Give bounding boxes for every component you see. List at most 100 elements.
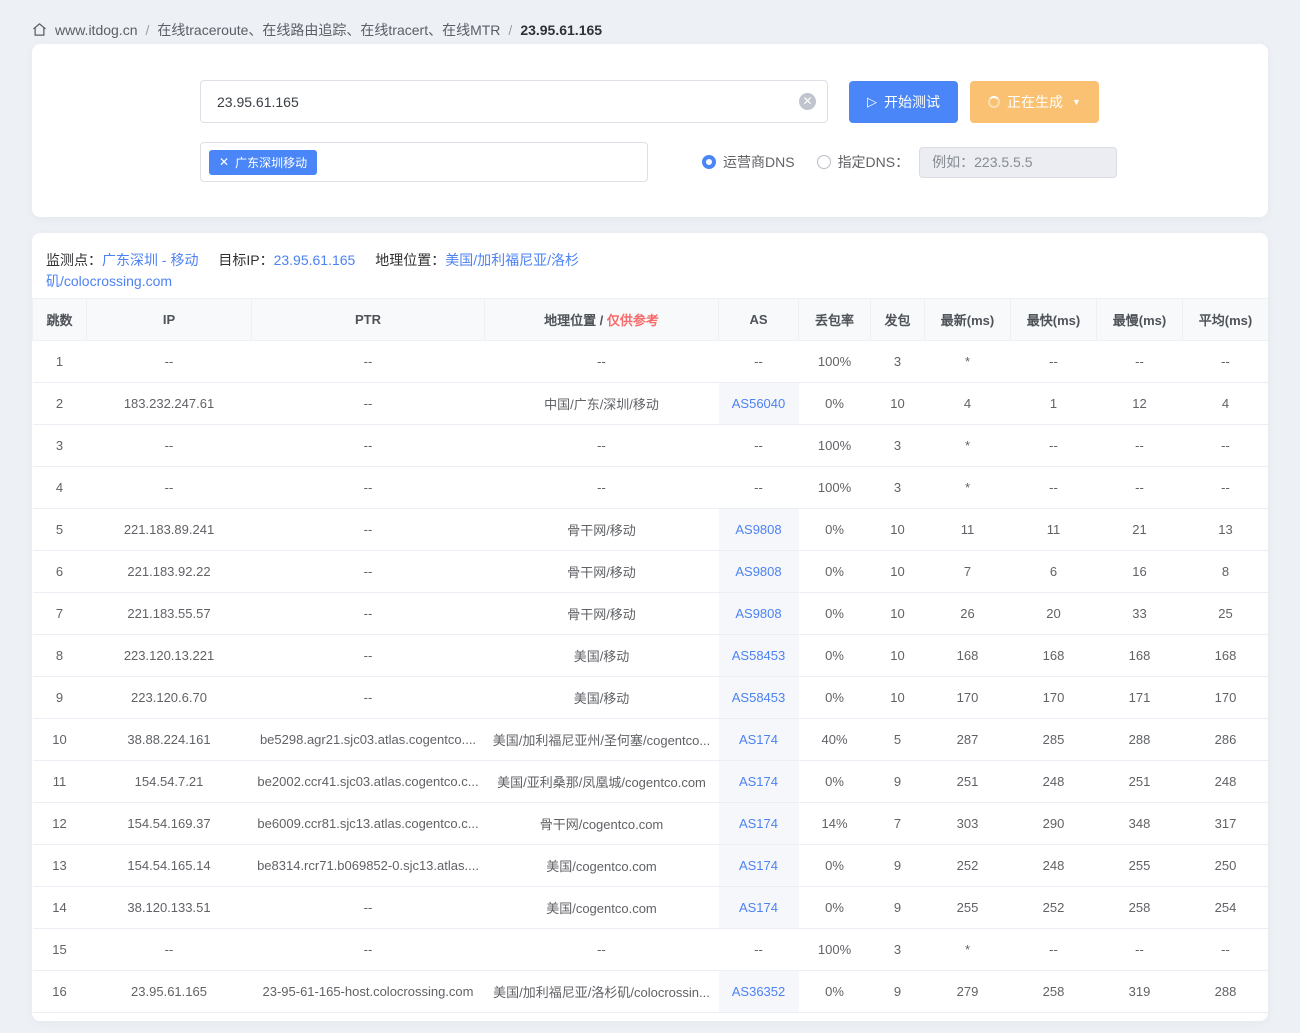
as-link[interactable]: AS174 bbox=[739, 774, 778, 789]
cell-latest: 26 bbox=[924, 592, 1011, 635]
col-geo-note: 仅供参考 bbox=[606, 313, 659, 328]
cell-fastest: 290 bbox=[1010, 802, 1097, 845]
cell-avg: 4 bbox=[1182, 382, 1268, 425]
breadcrumb-site[interactable]: www.itdog.cn bbox=[55, 22, 137, 38]
col-geo-label: 地理位置 / bbox=[544, 313, 604, 328]
cell-fastest: -- bbox=[1010, 928, 1097, 971]
as-link[interactable]: AS56040 bbox=[732, 396, 786, 411]
radio-unchecked-icon bbox=[816, 155, 831, 169]
col-avg: 平均(ms) bbox=[1182, 298, 1268, 341]
as-link[interactable]: AS9808 bbox=[735, 564, 781, 579]
cell-geo: -- bbox=[484, 928, 719, 971]
col-ptr: PTR bbox=[251, 298, 485, 341]
cell-slowest: 21 bbox=[1096, 508, 1183, 551]
table-row: 6 221.183.92.22 -- 骨干网/移动 AS9808 0% 10 7 6 16 8 bbox=[32, 550, 1268, 593]
cell-ptr: 23-95-61-165-host.colocrossing.com bbox=[251, 970, 485, 1013]
cell-fastest: 248 bbox=[1010, 844, 1097, 887]
geo-label: 地理位置： bbox=[375, 252, 446, 268]
as-link[interactable]: AS58453 bbox=[732, 648, 786, 663]
table-row: 10 38.88.224.161 be5298.agr21.sjc03.atlas.… bbox=[32, 718, 1268, 761]
cell-fastest: 20 bbox=[1010, 592, 1097, 635]
cell-avg: 25 bbox=[1182, 592, 1268, 635]
cell-avg: 288 bbox=[1182, 970, 1268, 1013]
home-icon[interactable] bbox=[32, 22, 47, 37]
target-input[interactable] bbox=[200, 80, 828, 123]
cell-latest: 170 bbox=[924, 676, 1011, 719]
as-link[interactable]: AS174 bbox=[739, 816, 778, 831]
cell-loss: 100% bbox=[798, 340, 871, 383]
monitor-node-link[interactable]: 广东深圳 - 移动 bbox=[102, 252, 198, 268]
cell-geo: 美国/移动 bbox=[484, 634, 719, 677]
node-select-box[interactable]: ✕ 广东深圳移动 bbox=[200, 142, 648, 182]
as-link[interactable]: AS174 bbox=[739, 858, 778, 873]
loading-spinner-icon bbox=[988, 95, 1000, 108]
breadcrumb-separator: / bbox=[145, 21, 150, 38]
tag-close-icon[interactable]: ✕ bbox=[219, 155, 229, 169]
cell-slowest: -- bbox=[1096, 340, 1183, 383]
cell-loss: 0% bbox=[798, 676, 871, 719]
as-link[interactable]: AS58453 bbox=[732, 690, 786, 705]
result-header: 监测点：广东深圳 - 移动 目标IP：23.95.61.165 地理位置：美国/… bbox=[32, 233, 602, 298]
cell-sent: 9 bbox=[870, 970, 925, 1013]
as-link[interactable]: AS174 bbox=[739, 732, 778, 747]
cell-latest: * bbox=[924, 340, 1011, 383]
dns-input[interactable] bbox=[919, 146, 1118, 178]
cell-slowest: 33 bbox=[1096, 592, 1183, 635]
radio-custom-dns[interactable]: 指定DNS： bbox=[816, 152, 909, 172]
table-header-row: 跳数 IP PTR 地理位置 / 仅供参考 AS 丢包率 发包 最新(ms) 最… bbox=[32, 298, 1268, 341]
cell-avg: 248 bbox=[1182, 760, 1268, 803]
col-loss: 丢包率 bbox=[798, 298, 871, 341]
col-sent: 发包 bbox=[870, 298, 925, 341]
cell-sent: 3 bbox=[870, 424, 925, 467]
cell-geo: 中国/广东/深圳/移动 bbox=[484, 382, 719, 425]
table-row: 4 -- -- -- -- 100% 3 * -- -- -- bbox=[32, 466, 1268, 509]
radio-checked-icon bbox=[702, 155, 716, 169]
target-ip-link[interactable]: 23.95.61.165 bbox=[274, 252, 356, 268]
cell-ip: 38.120.133.51 bbox=[86, 886, 252, 929]
as-link[interactable]: AS9808 bbox=[735, 522, 781, 537]
clear-input-icon[interactable]: ✕ bbox=[799, 93, 816, 110]
node-tag[interactable]: ✕ 广东深圳移动 bbox=[209, 149, 318, 175]
as-link[interactable]: AS36352 bbox=[732, 984, 786, 999]
cell-loss: 0% bbox=[798, 592, 871, 635]
cell-ip: -- bbox=[86, 466, 252, 509]
col-latest: 最新(ms) bbox=[924, 298, 1011, 341]
cell-ip: 154.54.165.14 bbox=[86, 844, 252, 887]
cell-ip: -- bbox=[86, 424, 252, 467]
cell-hop: 6 bbox=[32, 550, 87, 593]
cell-avg: -- bbox=[1182, 466, 1268, 509]
cell-sent: 3 bbox=[870, 340, 925, 383]
as-link[interactable]: AS174 bbox=[739, 900, 778, 915]
cell-hop: 7 bbox=[32, 592, 87, 635]
cell-geo: 美国/cogentco.com bbox=[484, 886, 719, 929]
cell-latest: * bbox=[924, 466, 1011, 509]
cell-ptr: -- bbox=[251, 508, 485, 551]
radio-isp-dns[interactable]: 运营商DNS bbox=[702, 152, 795, 172]
generating-button[interactable]: 正在生成 ▼ bbox=[970, 80, 1099, 123]
as-link[interactable]: AS9808 bbox=[735, 606, 781, 621]
col-fastest: 最快(ms) bbox=[1010, 298, 1097, 341]
cell-ip: 221.183.55.57 bbox=[86, 592, 252, 635]
cell-geo: 骨干网/移动 bbox=[484, 550, 719, 593]
cell-sent: 10 bbox=[870, 382, 925, 425]
cell-latest: 11 bbox=[924, 508, 1011, 551]
cell-loss: 0% bbox=[798, 970, 871, 1013]
cell-latest: 7 bbox=[924, 550, 1011, 593]
breadcrumb-section[interactable]: 在线traceroute、在线路由追踪、在线tracert、在线MTR bbox=[157, 20, 500, 40]
cell-ptr: -- bbox=[251, 340, 485, 383]
cell-latest: * bbox=[924, 424, 1011, 467]
cell-ptr: -- bbox=[251, 676, 485, 719]
cell-slowest: -- bbox=[1096, 424, 1183, 467]
start-test-button[interactable]: ▷ 开始测试 bbox=[849, 80, 958, 123]
traceroute-table: 跳数 IP PTR 地理位置 / 仅供参考 AS 丢包率 发包 最新(ms) 最… bbox=[32, 298, 1268, 1013]
cell-geo: 美国/亚利桑那/凤凰城/cogentco.com bbox=[484, 760, 719, 803]
cell-ip: 38.88.224.161 bbox=[86, 718, 252, 761]
cell-sent: 10 bbox=[870, 592, 925, 635]
cell-geo: 美国/加利福尼亚/洛杉矶/colocrossin... bbox=[484, 970, 719, 1013]
radio-isp-dns-label: 运营商DNS bbox=[723, 154, 795, 170]
cell-latest: 251 bbox=[924, 760, 1011, 803]
result-card: 监测点：广东深圳 - 移动 目标IP：23.95.61.165 地理位置：美国/… bbox=[32, 233, 1268, 1021]
table-row: 7 221.183.55.57 -- 骨干网/移动 AS9808 0% 10 26 20 33 25 bbox=[32, 592, 1268, 635]
cell-ptr: -- bbox=[251, 592, 485, 635]
cell-sent: 7 bbox=[870, 802, 925, 845]
